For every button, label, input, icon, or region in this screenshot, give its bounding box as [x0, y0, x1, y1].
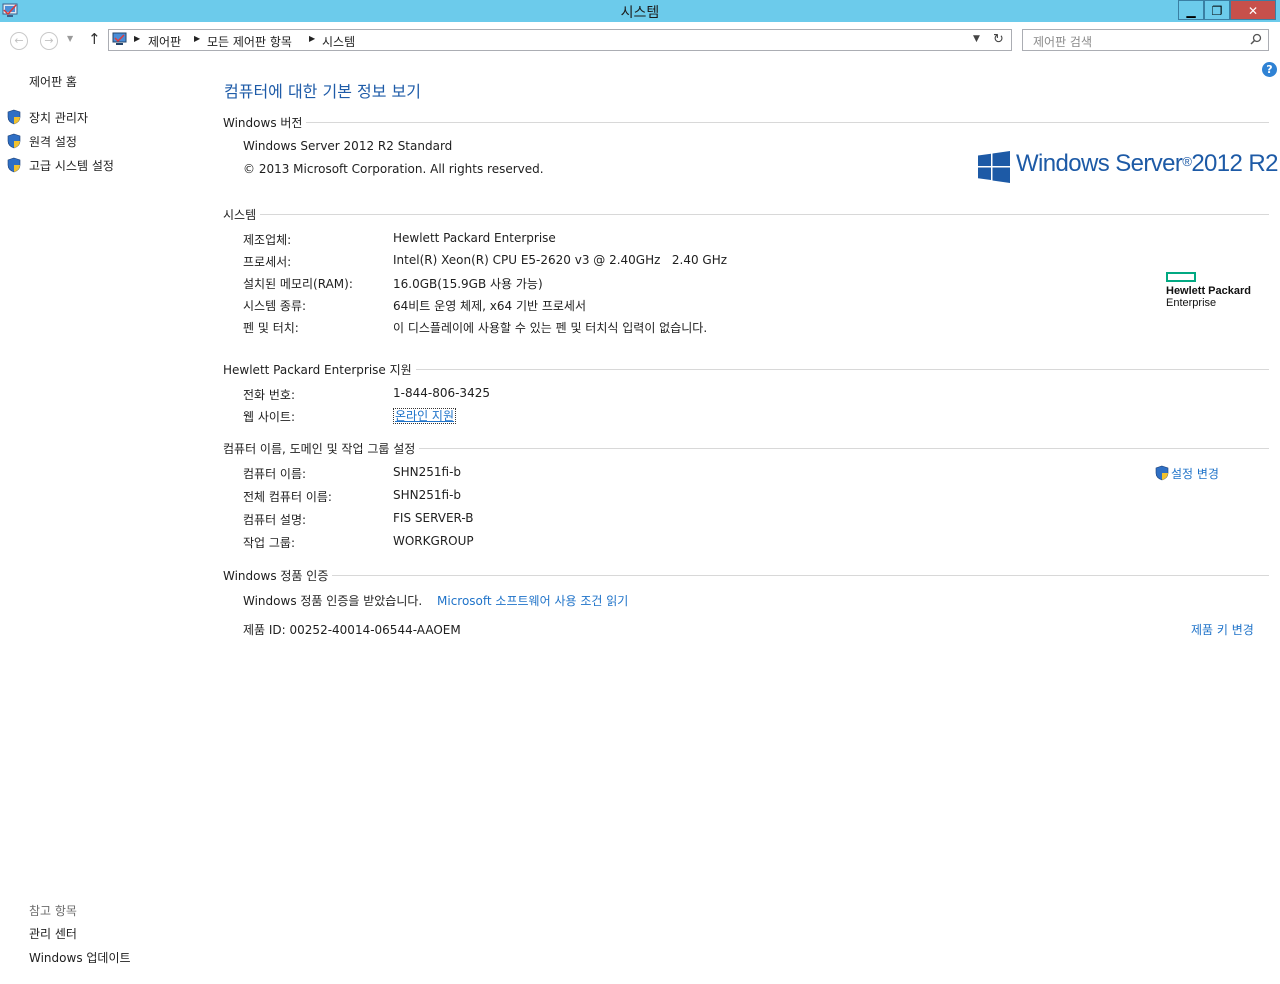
full-computer-name-label: 전체 컴퓨터 이름: — [243, 490, 332, 504]
section-windows-edition: Windows 버전 — [223, 114, 1269, 131]
website-label: 웹 사이트: — [243, 410, 296, 424]
breadcrumb-item[interactable]: 모든 제어판 항목 — [207, 33, 292, 50]
section-activation: Windows 정품 인증 — [223, 567, 1269, 584]
system-type-value: 64비트 운영 체제, x64 기반 프로세서 — [393, 299, 587, 313]
computer-description-label: 컴퓨터 설명: — [243, 513, 307, 527]
system-type-label: 시스템 종류: — [243, 299, 307, 313]
page-title: 컴퓨터에 대한 기본 정보 보기 — [224, 82, 421, 101]
pen-touch-label: 펜 및 터치: — [243, 321, 299, 335]
breadcrumb-item[interactable]: 시스템 — [322, 33, 355, 50]
help-icon[interactable]: ? — [1262, 62, 1277, 77]
minimize-button[interactable]: ▁ — [1178, 0, 1204, 20]
section-divider — [223, 122, 1269, 123]
hpe-logo-text: Hewlett Packard Enterprise — [1166, 285, 1251, 309]
breadcrumb-chevron-icon[interactable]: ▶ — [194, 34, 200, 43]
activation-status: Windows 정품 인증을 받았습니다. — [243, 594, 423, 608]
memory-label: 설치된 메모리(RAM): — [243, 277, 353, 291]
title-bar: 시스템 ▁ ❐ ✕ — [0, 0, 1280, 22]
refresh-icon[interactable]: ↻ — [993, 32, 1004, 47]
sidebar-item-remote-settings[interactable]: 원격 설정 — [29, 133, 77, 150]
manufacturer-label: 제조업체: — [243, 233, 292, 247]
shield-icon — [1155, 465, 1169, 481]
sidebar-item-advanced-system-settings[interactable]: 고급 시스템 설정 — [29, 157, 114, 174]
pen-touch-value: 이 디스플레이에 사용할 수 있는 펜 및 터치식 입력이 없습니다. — [393, 321, 708, 335]
memory-value: 16.0GB(15.9GB 사용 가능) — [393, 277, 543, 291]
computer-name-label: 컴퓨터 이름: — [243, 467, 307, 481]
section-computer-name: 컴퓨터 이름, 도메인 및 작업 그룹 설정 — [223, 440, 1269, 457]
section-header: Windows 정품 인증 — [223, 567, 333, 584]
section-divider — [223, 575, 1269, 576]
processor-value: Intel(R) Xeon(R) CPU E5-2620 v3 @ 2.40GH… — [393, 253, 728, 267]
maximize-button[interactable]: ❐ — [1204, 0, 1230, 20]
section-header: Hewlett Packard Enterprise 지원 — [223, 361, 416, 378]
section-header: 컴퓨터 이름, 도메인 및 작업 그룹 설정 — [223, 440, 420, 457]
back-arrow-icon[interactable]: ← — [10, 32, 28, 50]
full-computer-name-value: SHN251fi-b — [393, 488, 462, 502]
section-divider — [223, 214, 1269, 215]
license-terms-link[interactable]: Microsoft 소프트웨어 사용 조건 읽기 — [437, 592, 628, 609]
see-also-header: 참고 항목 — [29, 904, 77, 918]
search-input[interactable]: 제어판 검색 — [1022, 29, 1269, 51]
change-settings-link[interactable]: 설정 변경 — [1171, 465, 1219, 482]
computer-name-value: SHN251fi-b — [393, 465, 462, 479]
change-product-key-link[interactable]: 제품 키 변경 — [1191, 621, 1254, 638]
shield-icon — [7, 109, 21, 125]
processor-label: 프로세서: — [243, 255, 292, 269]
sidebar-item-device-manager[interactable]: 장치 관리자 — [29, 109, 88, 126]
breadcrumb-chevron-icon[interactable]: ▶ — [309, 34, 315, 43]
breadcrumb-item[interactable]: 제어판 — [148, 33, 181, 50]
windows-logo-icon — [978, 151, 1010, 183]
workgroup-label: 작업 그룹: — [243, 536, 296, 550]
address-dropdown-icon[interactable]: ▼ — [973, 34, 980, 44]
sidebar-item-action-center[interactable]: 관리 센터 — [29, 925, 77, 942]
up-arrow-icon[interactable]: ↑ — [88, 30, 101, 48]
windows-server-logo-text: Windows Server®2012 R2 — [1016, 150, 1278, 177]
forward-arrow-icon[interactable]: → — [40, 32, 58, 50]
product-id: 제품 ID: 00252-40014-06544-AAOEM — [243, 623, 461, 637]
hpe-logo-icon — [1166, 272, 1196, 282]
online-support-link[interactable]: 온라인 지원 — [393, 407, 457, 424]
navigation-bar: ← → ▼ ↑ ▶ 제어판 ▶ 모든 제어판 항목 ▶ 시스템 ▼ ↻ 제어판 … — [0, 22, 1280, 60]
search-icon[interactable] — [1250, 33, 1262, 45]
control-panel-icon — [112, 32, 127, 45]
manufacturer-value: Hewlett Packard Enterprise — [393, 231, 556, 245]
shield-icon — [7, 157, 21, 173]
workgroup-value: WORKGROUP — [393, 534, 474, 548]
windows-edition-name: Windows Server 2012 R2 Standard — [243, 139, 453, 153]
computer-description-value: FIS SERVER-B — [393, 511, 474, 525]
search-placeholder: 제어판 검색 — [1033, 35, 1093, 49]
section-header: Windows 버전 — [223, 114, 307, 131]
section-system: 시스템 — [223, 206, 1269, 223]
close-button[interactable]: ✕ — [1230, 0, 1276, 20]
phone-label: 전화 번호: — [243, 388, 296, 402]
breadcrumb-chevron-icon[interactable]: ▶ — [134, 34, 140, 43]
window-title: 시스템 — [620, 5, 660, 21]
section-header: 시스템 — [223, 206, 261, 223]
phone-value: 1-844-806-3425 — [393, 386, 490, 400]
recent-locations-dropdown-icon[interactable]: ▼ — [67, 34, 73, 43]
sidebar-item-control-panel-home[interactable]: 제어판 홈 — [29, 73, 77, 90]
sidebar-item-windows-update[interactable]: Windows 업데이트 — [29, 949, 131, 966]
address-bar[interactable]: ▶ 제어판 ▶ 모든 제어판 항목 ▶ 시스템 ▼ ↻ — [108, 29, 1012, 51]
section-support: Hewlett Packard Enterprise 지원 — [223, 361, 1269, 378]
copyright-text: © 2013 Microsoft Corporation. All rights… — [243, 162, 544, 176]
shield-icon — [7, 133, 21, 149]
